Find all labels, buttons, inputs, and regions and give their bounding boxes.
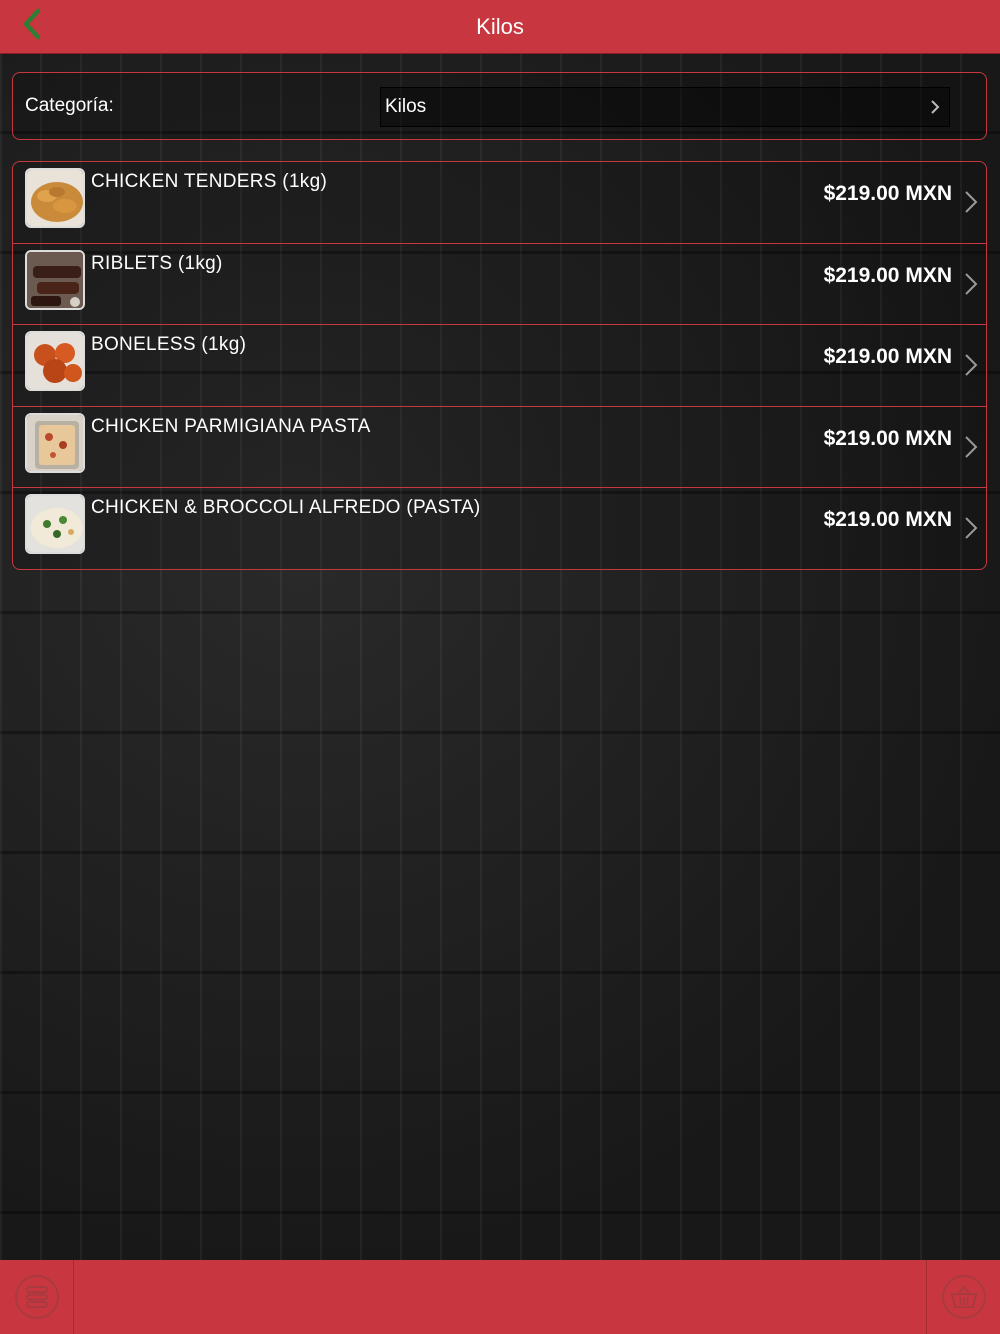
product-name: CHICKEN TENDERS (1kg): [91, 171, 328, 192]
chevron-right-icon: [929, 98, 941, 121]
menu-button[interactable]: [0, 1260, 74, 1334]
bottom-bar: [0, 1260, 1000, 1334]
product-name: CHICKEN PARMIGIANA PASTA: [91, 415, 371, 437]
product-price: $219.00 MXN: [823, 182, 952, 205]
chevron-right-icon: [964, 190, 978, 219]
page-title: Kilos: [476, 13, 524, 39]
basket-icon: [941, 1275, 986, 1319]
category-select[interactable]: Kilos: [380, 87, 950, 127]
category-selected-value: Kilos: [385, 96, 427, 117]
product-list: CHICKEN TENDERS (1kg) $219.00 MXN RIBLET…: [12, 161, 987, 570]
product-price: $219.00 MXN: [823, 345, 952, 369]
category-label: Categoría:: [25, 95, 114, 116]
top-bar: Kilos: [0, 0, 1000, 54]
cart-button[interactable]: [926, 1260, 1000, 1334]
riblets-photo: [25, 249, 85, 310]
product-row[interactable]: BONELESS (1kg) $219.00 MXN: [13, 325, 986, 407]
product-price: $219.00 MXN: [823, 508, 952, 532]
chicken-tenders-photo: [25, 168, 85, 228]
category-filter: Categoría: Kilos: [12, 72, 987, 140]
product-name: CHICKEN & BROCCOLI ALFREDO (PASTA): [91, 497, 481, 519]
menu-list-icon: [14, 1275, 59, 1319]
chevron-right-icon: [964, 516, 978, 545]
parmigiana-pasta-photo: [25, 412, 85, 473]
product-name: BONELESS (1kg): [91, 334, 247, 356]
boneless-photo: [25, 331, 85, 392]
chevron-left-icon: [20, 8, 44, 45]
product-row[interactable]: CHICKEN TENDERS (1kg) $219.00 MXN: [13, 162, 986, 244]
product-row[interactable]: CHICKEN & BROCCOLI ALFREDO (PASTA) $219.…: [13, 488, 986, 569]
product-price: $219.00 MXN: [823, 426, 952, 450]
alfredo-pasta-photo: [25, 494, 85, 555]
chevron-right-icon: [964, 272, 978, 301]
product-row[interactable]: CHICKEN PARMIGIANA PASTA $219.00 MXN: [13, 407, 986, 489]
chevron-right-icon: [964, 435, 978, 464]
chevron-right-icon: [964, 353, 978, 382]
product-name: RIBLETS (1kg): [91, 252, 223, 274]
product-row[interactable]: RIBLETS (1kg) $219.00 MXN: [13, 244, 986, 326]
back-button[interactable]: [20, 8, 60, 44]
product-price: $219.00 MXN: [823, 263, 952, 287]
